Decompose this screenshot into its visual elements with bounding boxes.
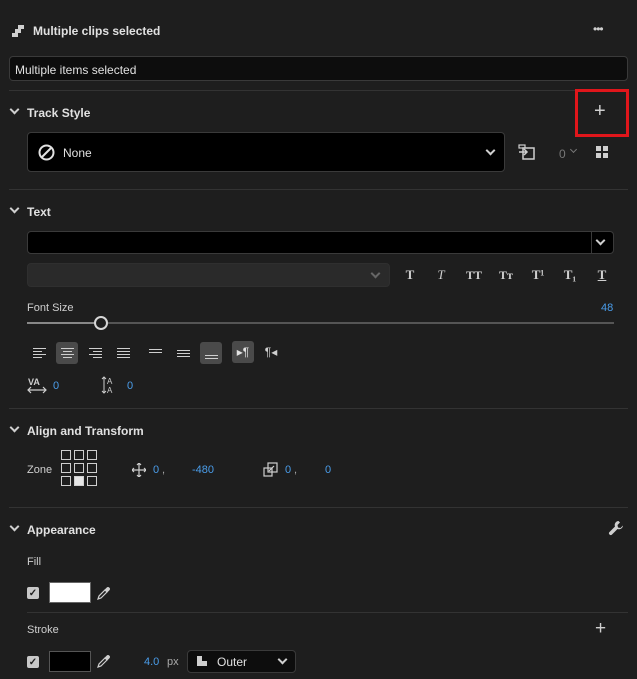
grid-view-icon[interactable]: [596, 146, 608, 158]
subscript-button[interactable]: T₁: [560, 265, 580, 285]
position-comma: ,: [162, 464, 166, 476]
scale-comma: ,: [294, 464, 298, 476]
font-family-dropdown[interactable]: [27, 231, 614, 254]
justify-button[interactable]: [112, 342, 134, 364]
zone-label: Zone: [27, 464, 53, 476]
underline-button[interactable]: T: [592, 265, 612, 285]
faux-italic-button[interactable]: T: [431, 265, 451, 285]
text-direction-rtl-button[interactable]: ¶◂: [260, 341, 282, 363]
zone-cell[interactable]: [61, 450, 71, 460]
align-middle-button[interactable]: [172, 342, 194, 364]
position-x-value[interactable]: 0: [153, 464, 159, 476]
zone-cell[interactable]: [61, 463, 71, 473]
font-size-label: Font Size: [27, 302, 74, 314]
stroke-position-icon: [196, 655, 208, 667]
eyedropper-icon[interactable]: [96, 654, 111, 669]
position-icon: [131, 462, 147, 478]
scale-y-value[interactable]: 0: [325, 464, 331, 476]
font-size-slider-fill: [27, 322, 101, 324]
font-size-slider-handle[interactable]: [94, 316, 108, 330]
fill-label: Fill: [27, 556, 42, 568]
eyedropper-icon[interactable]: [96, 586, 111, 601]
divider: [9, 507, 628, 508]
svg-text:A: A: [107, 386, 113, 395]
scale-x-value[interactable]: 0: [285, 464, 291, 476]
small-caps-button[interactable]: Tт: [496, 265, 516, 285]
font-size-value[interactable]: 48: [601, 302, 613, 314]
chevron-down-icon: [485, 145, 496, 156]
text-direction-ltr-button[interactable]: ▸¶: [232, 341, 254, 363]
svg-text:VA: VA: [28, 377, 40, 387]
kerning-value[interactable]: 0: [53, 380, 59, 392]
divider: [27, 612, 628, 613]
zone-cell[interactable]: [87, 463, 97, 473]
fill-color-swatch[interactable]: [49, 582, 91, 603]
add-stroke-button[interactable]: +: [595, 618, 606, 640]
all-caps-button[interactable]: TT: [464, 265, 484, 285]
track-style-value: None: [63, 146, 92, 160]
zone-cell[interactable]: [74, 450, 84, 460]
text-collapse-chevron[interactable]: [9, 203, 20, 214]
svg-text:A: A: [107, 377, 113, 386]
scale-icon: [263, 462, 278, 477]
stroke-width-value[interactable]: 4.0: [144, 656, 159, 668]
wrench-icon[interactable]: [608, 520, 624, 536]
font-size-slider-track[interactable]: [27, 316, 614, 330]
stroke-position-dropdown[interactable]: Outer: [187, 650, 296, 673]
zone-cell[interactable]: [74, 476, 84, 486]
divider: [9, 90, 628, 91]
align-right-button[interactable]: [84, 342, 106, 364]
text-heading: Text: [27, 205, 51, 219]
clip-name-value: Multiple items selected: [15, 63, 137, 77]
divider: [9, 408, 628, 409]
position-y-value[interactable]: -480: [192, 464, 214, 476]
none-icon: [38, 144, 55, 161]
stroke-checkbox[interactable]: ✓: [27, 656, 39, 668]
kerning-icon: VA: [27, 376, 47, 394]
leading-value[interactable]: 0: [127, 380, 133, 392]
clips-icon: [11, 24, 25, 38]
chevron-down-icon: [370, 268, 381, 279]
stroke-unit-label: px: [167, 656, 179, 668]
track-style-heading: Track Style: [27, 106, 91, 120]
zone-cell[interactable]: [74, 463, 84, 473]
align-center-button[interactable]: [56, 342, 78, 364]
track-style-collapse-chevron[interactable]: [9, 104, 20, 115]
zone-grid[interactable]: [61, 450, 97, 486]
zone-cell[interactable]: [61, 476, 71, 486]
faux-bold-button[interactable]: T: [400, 265, 420, 285]
zone-cell[interactable]: [87, 476, 97, 486]
add-track-style-button[interactable]: +: [594, 100, 606, 123]
push-style-icon[interactable]: [518, 144, 535, 160]
align-bottom-button[interactable]: [200, 342, 222, 364]
align-transform-collapse-chevron[interactable]: [9, 422, 20, 433]
style-count-value[interactable]: 0: [559, 147, 566, 161]
align-transform-heading: Align and Transform: [27, 424, 144, 438]
align-left-button[interactable]: [28, 342, 50, 364]
rtl-icon: ¶◂: [264, 345, 278, 359]
stroke-position-value: Outer: [217, 655, 248, 669]
align-top-button[interactable]: [144, 340, 166, 362]
appearance-heading: Appearance: [27, 523, 96, 537]
stroke-color-swatch[interactable]: [49, 651, 91, 672]
zone-cell[interactable]: [87, 450, 97, 460]
panel-title: Multiple clips selected: [33, 24, 161, 38]
ltr-icon: ▸¶: [236, 345, 250, 359]
divider: [9, 189, 628, 190]
more-options-button[interactable]: •••: [593, 22, 604, 36]
fill-checkbox[interactable]: ✓: [27, 587, 39, 599]
chevron-down-icon: [277, 654, 288, 665]
font-style-dropdown[interactable]: [27, 263, 390, 287]
track-style-dropdown[interactable]: None: [27, 132, 505, 172]
superscript-button[interactable]: T¹: [528, 265, 548, 285]
clip-name-field[interactable]: Multiple items selected: [9, 56, 628, 81]
appearance-collapse-chevron[interactable]: [9, 521, 20, 532]
style-count-chevron-icon[interactable]: [569, 145, 578, 154]
leading-icon: AA: [101, 375, 119, 395]
stroke-label: Stroke: [27, 624, 59, 636]
